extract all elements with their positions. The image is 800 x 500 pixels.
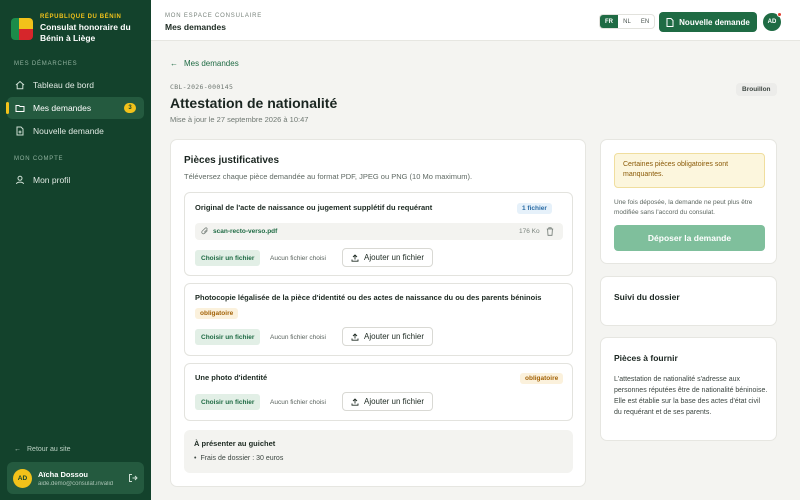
file-count-badge: 1 fichier [517,203,552,214]
piece-title: Une photo d'identité [195,373,268,382]
sidebar-item-new-request[interactable]: Nouvelle demande [7,120,144,142]
no-file-chosen-text: Aucun fichier choisi [270,255,326,262]
no-file-chosen-text: Aucun fichier choisi [270,334,326,341]
arrow-left-icon: ← [14,446,21,453]
documents-title: Pièces justificatives [184,155,280,166]
sidebar-item-label: Tableau de bord [33,80,94,90]
topbar-eyebrow: MON ESPACE CONSULAIRE [165,13,263,19]
required-badge: obligatoire [195,308,239,319]
brand-name: Consulat honoraire du Bénin à Liège [40,22,131,43]
document-plus-icon [16,126,24,136]
add-file-label: Ajouter un fichier [363,332,425,341]
document-plus-icon [666,17,674,27]
user-icon [16,175,24,185]
back-to-requests-link[interactable]: ← Mes demandes [170,59,239,68]
brand[interactable]: RÉPUBLIQUE DU BÉNIN Consulat honoraire d… [11,14,135,44]
required-badge: obligatoire [520,373,564,384]
lang-en-button[interactable]: EN [636,15,654,28]
topbar: MON ESPACE CONSULAIRE Mes demandes FR NL… [151,0,800,41]
add-file-button[interactable]: Ajouter un fichier [342,327,433,346]
page-title: Attestation de nationalité [170,95,338,111]
uploaded-file-row: scan-recto-verso.pdf 176 Ko [195,223,563,240]
user-name: Aïcha Dossou [38,469,89,479]
add-file-label: Ajouter un fichier [363,397,425,406]
trash-icon[interactable] [546,227,554,236]
folder-icon [15,105,25,112]
notification-dot [777,12,782,17]
sidebar-item-label: Mes demandes [33,103,92,113]
choose-file-button[interactable]: Choisir un fichier [195,394,261,410]
language-switcher: FR NL EN [599,14,655,29]
request-reference: CBL-2026-000145 [170,83,234,91]
counter-requirements: À présenter au guichet Frais de dossier … [184,430,573,473]
sidebar-item-profile[interactable]: Mon profil [7,169,144,191]
user-avatar-button[interactable]: AD [763,12,782,31]
paperclip-icon [201,227,208,235]
new-request-label: Nouvelle demande [679,17,750,27]
counter-item-fee: Frais de dossier : 30 euros [194,455,283,462]
new-request-button[interactable]: Nouvelle demande [659,12,757,32]
back-link-label: Mes demandes [184,59,239,68]
documents-card: Pièces justificatives Téléversez chaque … [170,139,586,487]
document-piece-parent-id: Photocopie légalisée de la pièce d'ident… [184,283,573,356]
documents-subtitle: Téléversez chaque pièce demandée au form… [184,172,473,181]
uploaded-file-size: 176 Ko [519,228,540,235]
updated-timestamp: Mise à jour le 27 septembre 2026 à 10:47 [170,115,309,124]
requests-count-badge: 3 [124,103,136,113]
sidebar-item-my-requests[interactable]: Mes demandes 3 [6,97,144,119]
nav-section-account: MON COMPTE [14,156,64,162]
back-to-site-label: Retour au site [27,446,71,453]
nav-section-requests: MES DÉMARCHES [14,61,78,67]
required-documents-info-card: Pièces à fournir L'attestation de nation… [600,337,777,441]
arrow-left-icon: ← [170,59,178,68]
logout-icon[interactable] [128,473,138,483]
benin-flag-icon [11,18,33,40]
status-badge: Brouillon [736,83,777,96]
uploaded-file-name[interactable]: scan-recto-verso.pdf [213,228,277,235]
choose-file-button[interactable]: Choisir un fichier [195,250,261,266]
upload-icon [351,332,359,341]
document-piece-birth-certificate: Original de l'acte de naissance ou jugem… [184,192,573,276]
user-card: AD Aïcha Dossou aide.demo@consulat.inval… [7,462,144,494]
add-file-button[interactable]: Ajouter un fichier [342,392,433,411]
topbar-title: Mes demandes [165,22,226,32]
lang-nl-button[interactable]: NL [618,15,636,28]
choose-file-button[interactable]: Choisir un fichier [195,329,261,345]
sidebar-item-label: Nouvelle demande [33,126,104,136]
back-to-site-link[interactable]: ← Retour au site [14,446,71,453]
document-piece-id-photo: Une photo d'identité obligatoire Choisir… [184,363,573,421]
piece-title: Original de l'acte de naissance ou jugem… [195,203,433,212]
submit-request-button[interactable]: Déposer la demande [614,225,765,251]
no-file-chosen-text: Aucun fichier choisi [270,399,326,406]
avatar: AD [13,468,32,488]
submit-card: Certaines pièces obligatoires sont manqu… [600,139,777,264]
missing-documents-warning: Certaines pièces obligatoires sont manqu… [614,153,765,188]
piece-title: Photocopie légalisée de la pièce d'ident… [195,293,542,302]
upload-icon [351,397,359,406]
required-documents-title: Pièces à fournir [614,353,678,363]
add-file-label: Ajouter un fichier [363,253,425,262]
tracking-card: Suivi du dossier [600,276,777,326]
lang-fr-button[interactable]: FR [600,15,618,28]
upload-icon [351,253,359,262]
sidebar-item-dashboard[interactable]: Tableau de bord [7,74,144,96]
home-icon [15,80,25,90]
brand-country: RÉPUBLIQUE DU BÉNIN [40,14,122,20]
required-documents-text: L'attestation de nationalité s'adresse a… [614,376,768,416]
avatar-initials: AD [767,19,777,25]
user-email: aide.demo@consulat.invalid [38,480,114,487]
sidebar-item-label: Mon profil [33,175,71,185]
tracking-title: Suivi du dossier [614,292,680,302]
counter-title: À présenter au guichet [194,439,276,448]
add-file-button[interactable]: Ajouter un fichier [342,248,433,267]
sidebar: RÉPUBLIQUE DU BÉNIN Consulat honoraire d… [0,0,151,500]
submit-note: Une fois déposée, la demande ne peut plu… [614,199,753,216]
